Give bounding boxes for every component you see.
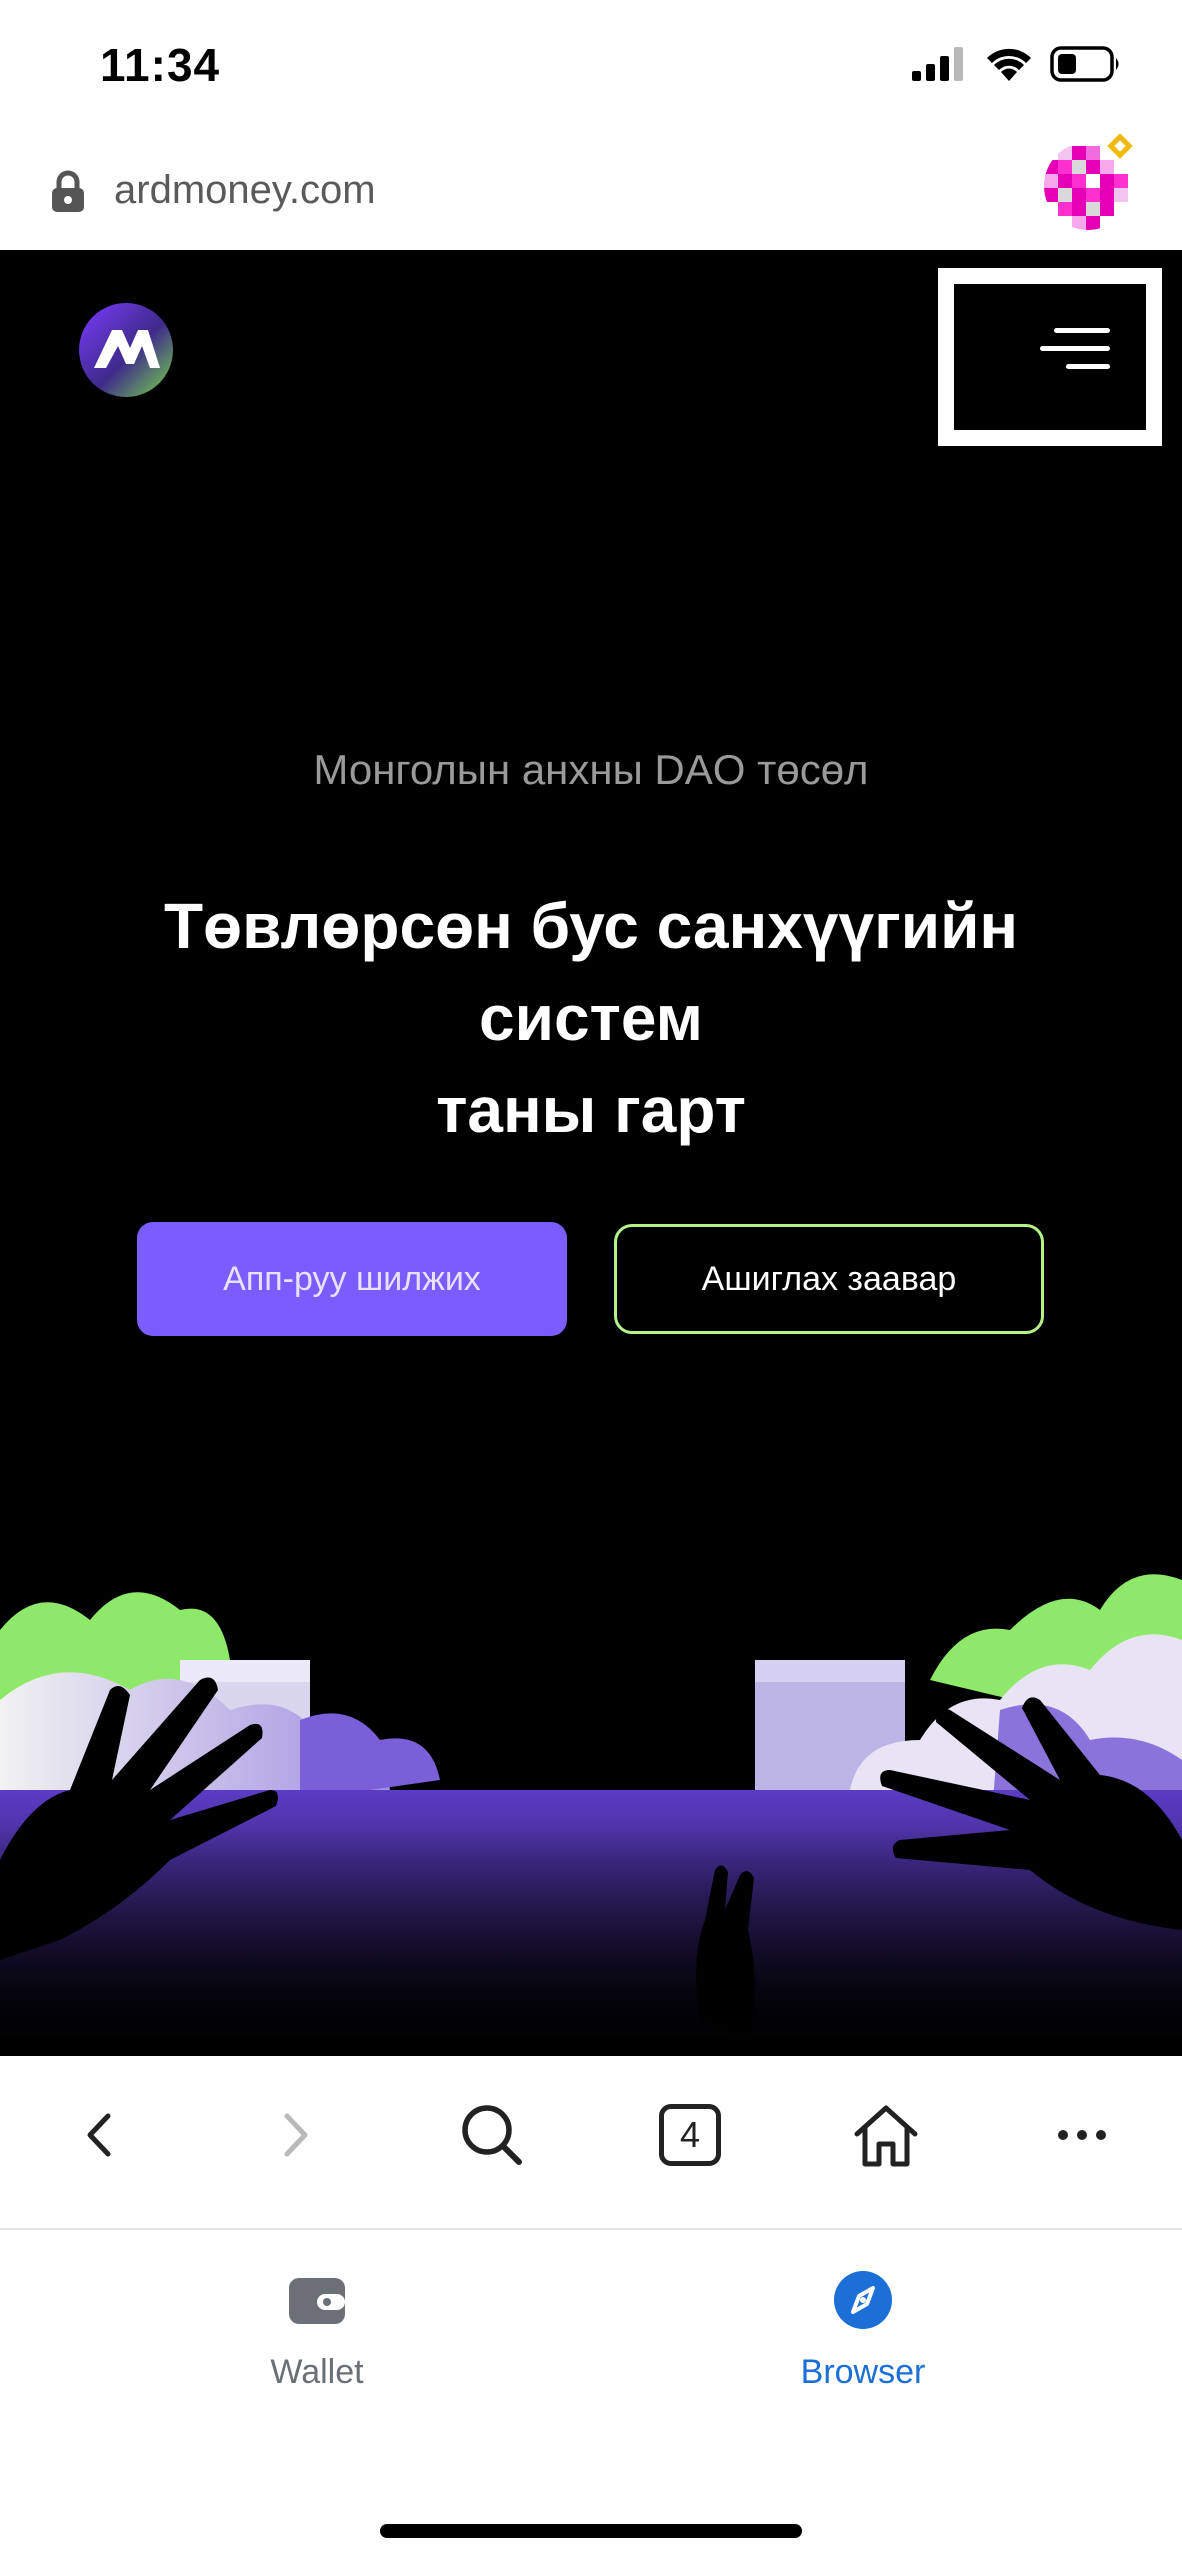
tab-wallet[interactable]: Wallet — [207, 2270, 427, 2392]
more-dots-icon — [1058, 2130, 1106, 2140]
wallet-icon — [289, 2278, 345, 2324]
headline-line-3: таны гарт — [436, 1074, 746, 1146]
hero-subtitle: Монголын анхны DAO төсөл — [313, 746, 869, 793]
open-app-button[interactable]: Апп-руу шилжих — [137, 1222, 567, 1336]
tab-browser-label: Browser — [800, 2353, 926, 2391]
forward-button[interactable] — [255, 2095, 335, 2175]
search-icon — [462, 2105, 522, 2165]
tabs-button[interactable]: 4 — [650, 2095, 730, 2175]
url-text[interactable]: ardmoney.com — [114, 168, 376, 213]
ardmoney-logo[interactable] — [78, 302, 174, 398]
web-content: Монголын анхны DAO төсөл Төвлөрсөн бус с… — [0, 250, 1182, 2056]
tab-wallet-label: Wallet — [270, 2353, 364, 2391]
home-indicator — [380, 2524, 802, 2538]
battery-icon — [1050, 46, 1119, 82]
browser-toolbar — [0, 2056, 1182, 2230]
chevron-right-icon — [284, 2113, 308, 2157]
account-avatar[interactable] — [1044, 129, 1137, 232]
headline-line-2: систем — [479, 982, 703, 1054]
hamburger-menu-icon[interactable] — [1040, 324, 1112, 374]
cellular-signal-icon — [912, 47, 963, 81]
status-time: 11:34 — [100, 39, 221, 91]
usage-guide-button[interactable]: Ашиглах заавар — [614, 1224, 1044, 1334]
headline-line-1: Төвлөрсөн бус санхүүгийн — [163, 890, 1019, 962]
wifi-icon — [987, 48, 1031, 81]
hero-headline: Төвлөрсөн бус санхүүгийн систем таны гар… — [0, 880, 1182, 1156]
more-button[interactable] — [1042, 2095, 1122, 2175]
status-icons — [912, 44, 1122, 84]
tabs-count: 4 — [679, 2114, 701, 2155]
home-button[interactable] — [846, 2095, 926, 2175]
avatar-icon — [1044, 129, 1137, 230]
search-button[interactable] — [452, 2095, 532, 2175]
back-button[interactable] — [60, 2095, 140, 2175]
home-icon — [854, 2105, 918, 2167]
browser-compass-icon — [834, 2271, 892, 2329]
tab-browser[interactable]: Browser — [753, 2270, 973, 2392]
tabs-count-icon: 4 — [659, 2104, 721, 2166]
hero-illustration — [0, 1540, 1182, 2056]
chevron-left-icon — [87, 2113, 111, 2157]
lock-icon — [52, 170, 84, 212]
